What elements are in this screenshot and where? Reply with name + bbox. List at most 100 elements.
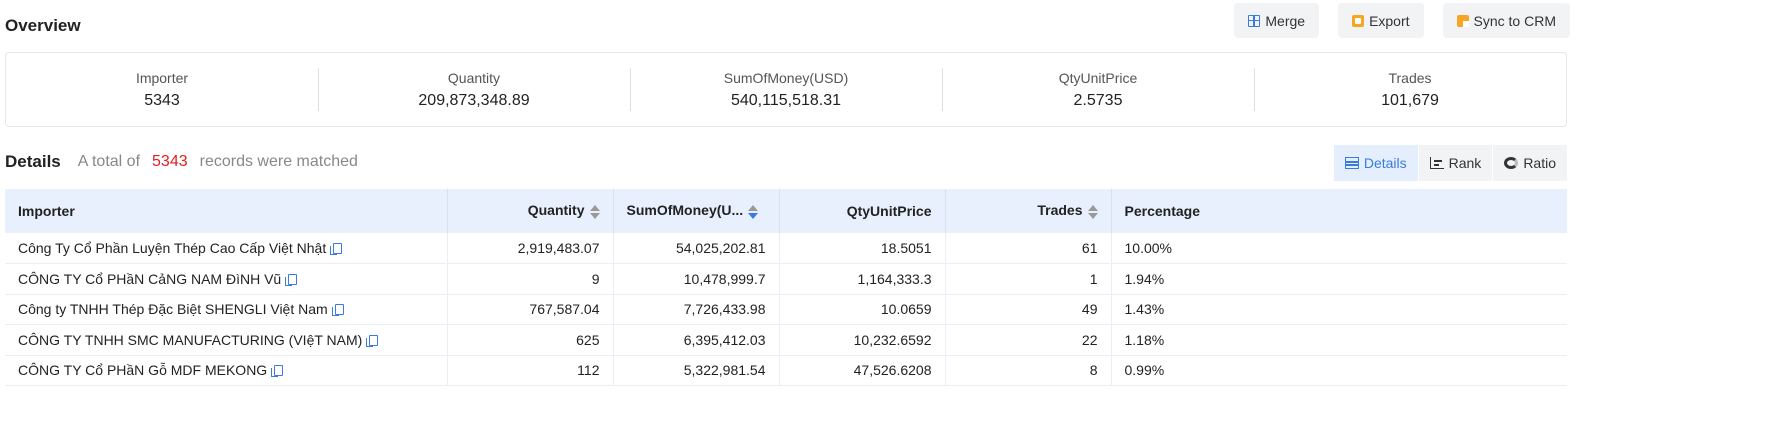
details-suffix: records were matched [199,153,358,170]
export-icon [1352,14,1365,27]
col-percentage-label: Percentage [1124,203,1200,219]
view-rank-label: Rank [1448,155,1482,171]
quantity-cell: 9 [447,263,614,294]
stat-value: 2.5735 [1073,92,1123,109]
unit-price-cell: 18.5051 [779,233,946,264]
stat-value: 540,115,518.31 [730,92,842,109]
importer-name[interactable]: CÔNG TY Cổ PHầN Gỗ MDF MEKONG [18,362,267,378]
view-rank-button[interactable]: Rank [1417,145,1493,181]
sum-cell: 5,322,981.54 [613,355,780,386]
quantity-cell: 2,919,483.07 [447,233,614,264]
merge-icon [1248,14,1261,27]
stat-sum-of-money: SumOfMoney(USD) 540,115,518.31 [630,68,942,111]
sort-desc-icon[interactable] [748,204,759,220]
unit-price-cell: 10,232.6592 [779,324,946,355]
percentage-cell: 1.94% [1124,270,1165,287]
view-ratio-label: Ratio [1523,155,1556,171]
col-qty-unit-price: QtyUnitPrice [779,189,946,233]
stat-label: SumOfMoney(USD) [723,70,849,86]
stat-value: 5343 [144,92,180,109]
col-sum-of-money[interactable]: SumOfMoney(U... [613,189,780,233]
overview-title: Overview [5,16,81,35]
percentage-cell: 10.00% [1124,240,1172,256]
rank-icon [1429,157,1444,169]
col-trades[interactable]: Trades [945,189,1112,233]
importer-name[interactable]: CÔNG TY TNHH SMC MANUFACTURING (VIệT NAM… [18,332,362,348]
stat-value: 209,873,348.89 [418,92,530,109]
stat-qty-unit-price: QtyUnitPrice 2.5735 [942,68,1254,111]
copy-icon[interactable] [271,365,284,378]
unit-price-cell: 10.0659 [779,294,946,325]
quantity-cell: 112 [447,355,614,386]
col-quantity[interactable]: Quantity [447,189,614,233]
importer-cell: Công Ty Cổ Phần Luyện Thép Cao Cấp Việt … [5,233,448,264]
trades-cell: 61 [945,233,1112,264]
importer-cell: CÔNG TY Cổ PHầN Gỗ MDF MEKONG [5,355,448,386]
sort-icon[interactable] [589,204,600,220]
unit-price-cell: 1,164,333.3 [779,263,946,294]
sum-cell: 10,478,999.7 [613,263,780,294]
sum-cell: 6,395,412.03 [613,324,780,355]
stat-label: QtyUnitPrice [1058,70,1138,86]
view-ratio-button[interactable]: Ratio [1492,145,1567,181]
importer-cell: CÔNG TY TNHH SMC MANUFACTURING (VIệT NAM… [5,324,448,355]
importer-cell: CÔNG TY Cổ PHầN CảNG NAM ĐìNH Vũ [5,263,448,294]
sum-cell: 54,025,202.81 [613,233,780,264]
merge-button[interactable]: Merge [1234,3,1320,38]
col-importer: Importer [5,189,448,233]
overview-header: Overview [5,14,81,38]
col-sum-label: SumOfMoney(U... [626,202,744,219]
pie-chart-icon [1504,157,1519,169]
copy-icon[interactable] [285,273,298,286]
table-row: Công Ty Cổ Phần Luyện Thép Cao Cấp Việt … [5,233,1567,264]
trades-cell: 8 [945,355,1112,386]
unit-price-cell: 47,526.6208 [779,355,946,386]
stat-value: 101,679 [1381,92,1439,109]
merge-label: Merge [1265,12,1306,29]
importer-name[interactable]: CÔNG TY Cổ PHầN CảNG NAM ĐìNH Vũ [18,271,281,287]
importer-name[interactable]: Công Ty Cổ Phần Luyện Thép Cao Cấp Việt … [18,240,326,256]
sync-label: Sync to CRM [1473,12,1556,29]
records-count: 5343 [152,153,188,170]
export-button[interactable]: Export [1338,3,1424,38]
col-percentage: Percentage [1111,189,1567,233]
table-row: Công ty TNHH Thép Đặc Biệt SHENGLI Việt … [5,294,1567,325]
importer-cell: Công ty TNHH Thép Đặc Biệt SHENGLI Việt … [5,294,448,325]
table-header-row: Importer Quantity SumOfMoney(U... QtyUni… [5,189,1567,233]
table-icon [1344,157,1359,169]
sort-icon[interactable] [1087,204,1098,220]
details-title: Details [5,152,61,171]
stat-label: Quantity [447,70,501,86]
importer-name[interactable]: Công ty TNHH Thép Đặc Biệt SHENGLI Việt … [18,301,328,317]
sum-cell: 7,726,433.98 [613,294,780,325]
copy-icon[interactable] [366,334,379,347]
copy-icon[interactable] [330,243,343,255]
sync-to-crm-button[interactable]: Sync to CRM [1442,3,1570,38]
stat-trades: Trades 101,679 [1254,68,1566,111]
quantity-cell: 625 [447,324,614,355]
copy-icon[interactable] [331,304,344,317]
stats-card: Importer 5343 Quantity 209,873,348.89 Su… [5,52,1567,127]
percentage-cell: 1.18% [1124,331,1165,348]
trades-cell: 49 [945,294,1112,325]
percentage-cell: 1.43% [1124,301,1165,318]
details-table: Importer Quantity SumOfMoney(U... QtyUni… [5,189,1567,386]
view-details-label: Details [1363,155,1407,171]
details-prefix: A total of [77,153,141,170]
trades-cell: 1 [945,263,1112,294]
stat-label: Importer [135,70,189,86]
view-switch: Details Rank Ratio [1332,145,1567,181]
stat-importer: Importer 5343 [6,68,318,111]
table-row: CÔNG TY Cổ PHầN CảNG NAM ĐìNH Vũ 9 10,47… [5,263,1567,294]
table-row: CÔNG TY Cổ PHầN Gỗ MDF MEKONG 112 5,322,… [5,355,1567,386]
top-actions: Merge Export Sync to CRM [1234,3,1570,38]
details-header: Details A total of 5343 records were mat… [5,150,358,174]
percentage-cell: 0.99% [1124,362,1165,379]
view-details-button[interactable]: Details [1332,145,1418,181]
col-importer-label: Importer [18,203,75,219]
export-label: Export [1369,12,1410,29]
quantity-cell: 767,587.04 [447,294,614,325]
table-row: CÔNG TY TNHH SMC MANUFACTURING (VIệT NAM… [5,324,1567,355]
col-quantity-label: Quantity [527,202,585,219]
stat-quantity: Quantity 209,873,348.89 [318,68,630,111]
